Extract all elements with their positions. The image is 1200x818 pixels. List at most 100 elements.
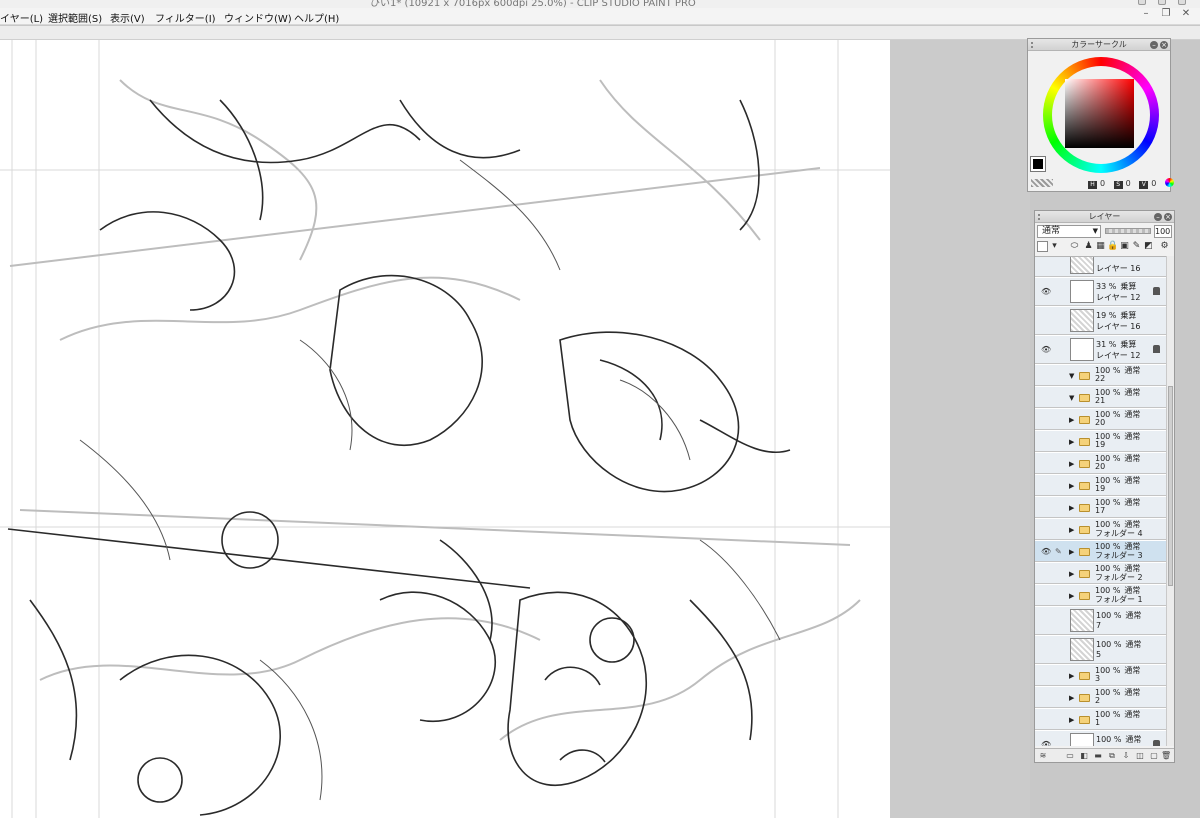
layer-name[interactable]: 2 [1095, 696, 1100, 705]
layer-mask-icon[interactable]: ◩ [1143, 241, 1154, 252]
new-raster-layer-icon[interactable]: ▭ [1065, 751, 1075, 761]
visibility-eye-icon[interactable]: 👁 [1041, 547, 1051, 556]
visibility-eye-icon[interactable]: 👁 [1041, 345, 1051, 354]
expand-folder-icon[interactable]: ▶ [1069, 460, 1074, 468]
lock-icon[interactable] [1153, 287, 1160, 295]
expand-folder-icon[interactable]: ▶ [1069, 504, 1074, 512]
panel-close-icon[interactable]: × [1164, 213, 1172, 221]
layer-folder-row[interactable]: ▶ 100 % 通常 フォルダー 1 [1035, 585, 1166, 606]
layer-name[interactable]: 20 [1095, 418, 1105, 427]
transparent-color-swatch[interactable] [1031, 179, 1053, 187]
layer-scrollbar[interactable] [1166, 256, 1174, 746]
opacity-slider[interactable] [1105, 228, 1151, 234]
lock-icon[interactable] [1153, 740, 1160, 746]
layer-folder-row[interactable]: ▶ 100 % 通常 19 [1035, 431, 1166, 452]
expand-folder-icon[interactable]: ▶ [1069, 438, 1074, 446]
trash-icon[interactable]: 🗑 [1161, 751, 1171, 761]
draft-layer-icon[interactable]: ✎ [1131, 241, 1142, 252]
hsv-s-value[interactable]: 0 [1126, 179, 1131, 188]
layer-name[interactable]: レイヤー 16 [1096, 263, 1140, 274]
layer-folder-row[interactable]: ▶ 100 % 通常 フォルダー 4 [1035, 519, 1166, 540]
main-color-swatch[interactable] [1030, 156, 1046, 172]
layer-name[interactable]: フォルダー 1 [1095, 594, 1143, 605]
layer-name[interactable]: レイヤー 12 [1096, 350, 1140, 361]
mdi-minimize-icon[interactable]: – [1140, 8, 1152, 20]
minimize-button[interactable] [1138, 0, 1146, 5]
copy-layer-icon[interactable]: ⧉ [1107, 751, 1117, 761]
layer-name[interactable]: 19 [1095, 484, 1105, 493]
saturation-value-square[interactable] [1065, 79, 1134, 148]
lock-transparency-icon[interactable]: ▦ [1095, 241, 1106, 252]
layer-name[interactable]: レイヤー 16 [1096, 321, 1140, 332]
visibility-eye-icon[interactable]: 👁 [1041, 287, 1051, 296]
expand-folder-icon[interactable]: ▶ [1069, 716, 1074, 724]
menu-layer[interactable]: イヤー(L) [0, 10, 43, 25]
layer-name[interactable]: フォルダー 2 [1095, 572, 1143, 583]
layer-folder-row[interactable]: ▶ 100 % 通常 20 [1035, 409, 1166, 430]
layer-row[interactable]: 👁 100 %通常用紙 [1035, 731, 1166, 746]
layer-folder-row[interactable]: ▼ 100 % 通常 21 [1035, 387, 1166, 408]
reference-layer-icon[interactable]: ♟ [1083, 241, 1094, 252]
layer-folder-row[interactable]: ▶ 100 % 通常 1 [1035, 709, 1166, 730]
menu-selection[interactable]: 選択範囲(S) [48, 10, 102, 25]
layer-name[interactable]: 21 [1095, 396, 1105, 405]
expand-folder-icon[interactable]: ▶ [1069, 592, 1074, 600]
collapse-folder-icon[interactable]: ▼ [1069, 394, 1074, 402]
layer-panel-titlebar[interactable]: レイヤー – × [1035, 211, 1174, 223]
merge-layer-icon[interactable]: ◫ [1135, 751, 1145, 761]
opacity-value[interactable]: 100 [1154, 225, 1172, 238]
layer-palette-icon[interactable]: ≋ [1038, 751, 1048, 761]
layer-color-icon[interactable] [1037, 241, 1048, 252]
layer-name[interactable]: 1 [1095, 718, 1100, 727]
layer-name[interactable]: 用紙 [1096, 745, 1112, 746]
menu-view[interactable]: 表示(V) [110, 10, 145, 25]
layer-folder-row[interactable]: ▶ 100 % 通常 20 [1035, 453, 1166, 474]
layer-folder-row[interactable]: ▶ 100 % 通常 17 [1035, 497, 1166, 518]
layer-folder-row[interactable]: ▶ 100 % 通常 19 [1035, 475, 1166, 496]
layer-name[interactable]: 20 [1095, 462, 1105, 471]
layer-name[interactable]: 7 [1096, 621, 1101, 630]
layer-row[interactable]: 100 % 通常 5 [1035, 636, 1166, 664]
blend-mode-select[interactable]: 通常 ▼ [1037, 225, 1101, 238]
expand-folder-icon[interactable]: ▶ [1069, 694, 1074, 702]
mdi-restore-icon[interactable]: ❐ [1160, 8, 1172, 20]
layer-name[interactable]: レイヤー 12 [1096, 292, 1140, 303]
layer-folder-row[interactable]: 👁 ✎ ▶ 100 % 通常 フォルダー 3 [1035, 541, 1166, 562]
settings-icon[interactable]: ⚙ [1159, 241, 1170, 252]
hsv-h-value[interactable]: 0 [1100, 179, 1105, 188]
panel-close-icon[interactable]: × [1160, 41, 1168, 49]
expand-folder-icon[interactable]: ▶ [1069, 526, 1074, 534]
layer-name[interactable]: 19 [1095, 440, 1105, 449]
maximize-button[interactable] [1158, 0, 1166, 5]
mask-create-icon[interactable]: ▢ [1149, 751, 1159, 761]
scrollbar-thumb[interactable] [1168, 386, 1173, 586]
lock-layer-icon[interactable]: 🔒 [1107, 241, 1118, 252]
layer-list[interactable]: レイヤー 16 👁 33 % 乗算 レイヤー 12 19 % 乗算 レイヤー 16 👁 31 % 乗… [1035, 256, 1166, 746]
layer-row[interactable]: 👁 31 % 乗算 レイヤー 12 [1035, 336, 1166, 364]
color-mode-icon[interactable] [1164, 178, 1174, 187]
dropdown-icon[interactable]: ▾ [1049, 241, 1060, 252]
mdi-close-icon[interactable]: ✕ [1180, 8, 1192, 20]
expand-folder-icon[interactable]: ▶ [1069, 416, 1074, 424]
clipping-icon[interactable]: ⬭ [1069, 241, 1080, 252]
layer-row[interactable]: 👁 33 % 乗算 レイヤー 12 [1035, 278, 1166, 306]
drawing-paper[interactable] [0, 40, 890, 818]
visibility-eye-icon[interactable]: 👁 [1041, 740, 1051, 746]
new-folder-icon[interactable]: ▬ [1093, 751, 1103, 761]
collapse-folder-icon[interactable]: ▼ [1069, 372, 1074, 380]
panel-minimize-icon[interactable]: – [1154, 213, 1162, 221]
panel-minimize-icon[interactable]: – [1150, 41, 1158, 49]
layer-name[interactable]: 22 [1095, 374, 1105, 383]
layer-folder-row[interactable]: ▼ 100 % 通常 22 [1035, 365, 1166, 386]
layer-row[interactable]: レイヤー 16 [1035, 257, 1166, 277]
close-button[interactable] [1178, 0, 1186, 5]
canvas-area[interactable] [0, 40, 1030, 818]
layer-name[interactable]: 17 [1095, 506, 1105, 515]
menu-filter[interactable]: フィルター(I) [155, 10, 216, 25]
menu-help[interactable]: ヘルプ(H) [294, 10, 339, 25]
expand-folder-icon[interactable]: ▶ [1069, 548, 1074, 556]
hsv-v-value[interactable]: 0 [1151, 179, 1156, 188]
layer-name[interactable]: 3 [1095, 674, 1100, 683]
menu-window[interactable]: ウィンドウ(W) [224, 10, 292, 25]
layer-folder-row[interactable]: ▶ 100 % 通常 2 [1035, 687, 1166, 708]
